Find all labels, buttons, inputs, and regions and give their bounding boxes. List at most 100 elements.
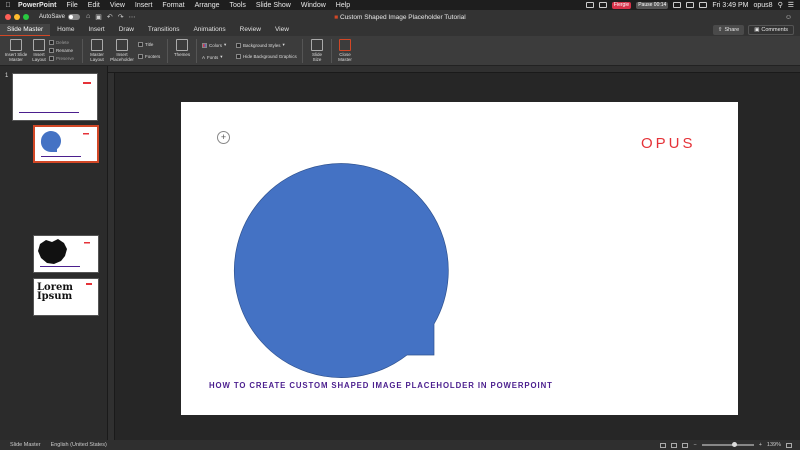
insert-slide-master-button[interactable]: Insert Slide Master	[4, 39, 28, 62]
home-icon[interactable]: ⌂	[86, 13, 90, 21]
thumbnail-master[interactable]: 1	[5, 73, 98, 121]
slide-caption[interactable]: HOW TO CREATE CUSTOM SHAPED IMAGE PLACEH…	[209, 381, 553, 390]
menu-edit[interactable]: Edit	[88, 2, 100, 9]
slide-thumbnail-pane: 1 Lorem Ipsum	[0, 66, 108, 440]
slide-size-button[interactable]: Slide Size	[308, 39, 326, 62]
themes-button[interactable]: Themes	[172, 39, 192, 57]
insert-layout-button[interactable]: Insert Layout	[30, 39, 48, 62]
menubar-datetime[interactable]: Fri 3:49 PM	[712, 2, 748, 9]
smiley-icon[interactable]: ☺	[785, 14, 792, 21]
close-master-icon	[339, 39, 351, 51]
slideshow-icon[interactable]	[682, 442, 689, 448]
tab-home[interactable]: Home	[50, 24, 81, 36]
background-styles-dropdown[interactable]: Background Styles ▾	[236, 42, 285, 48]
tab-review[interactable]: Review	[233, 24, 268, 36]
wifi-icon[interactable]	[686, 2, 695, 8]
undo-icon[interactable]: ↶	[107, 13, 113, 21]
chevron-down-icon: ▾	[224, 42, 227, 47]
title-checkbox-box	[138, 42, 143, 47]
ribbon-divider	[167, 39, 168, 63]
title-checkbox[interactable]: Title	[138, 42, 153, 47]
hide-background-graphics-checkbox[interactable]: Hide Background Graphics	[236, 54, 297, 59]
zoom-slider[interactable]	[701, 442, 754, 447]
macos-menubar:  PowerPoint File Edit View Insert Forma…	[0, 0, 800, 10]
tab-view[interactable]: View	[268, 24, 296, 36]
zoom-level[interactable]: 139%	[767, 442, 781, 448]
thumbnail-lorem-ipsum[interactable]: Lorem Ipsum	[33, 278, 99, 316]
insert-placeholder-button[interactable]: Insert Placeholder	[110, 39, 134, 62]
slide-sorter-icon[interactable]	[671, 442, 678, 448]
autosave-label: AutoSave	[39, 14, 66, 20]
title-checkbox-label: Title	[145, 42, 154, 47]
zoom-slider-knob[interactable]	[731, 442, 737, 447]
colors-icon	[202, 42, 207, 48]
master-layout-button[interactable]: Master Layout	[87, 39, 107, 62]
preserve-icon	[49, 56, 54, 61]
footers-checkbox[interactable]: Footers	[138, 54, 160, 59]
comments-button[interactable]: ▣ Comments	[748, 25, 794, 35]
menu-insert[interactable]: Insert	[135, 2, 153, 9]
screen-icon[interactable]	[598, 2, 607, 8]
tab-insert[interactable]: Insert	[81, 24, 111, 36]
pause-badge[interactable]: Pause 00:14	[636, 1, 669, 9]
ppt-file-icon: ■	[334, 13, 339, 21]
colors-label: Colors	[209, 42, 223, 48]
menu-file[interactable]: File	[67, 2, 78, 9]
tab-draw[interactable]: Draw	[112, 24, 141, 36]
zoom-out-icon[interactable]: −	[693, 442, 696, 448]
menu-slide-show[interactable]: Slide Show	[256, 2, 291, 9]
battery-icon[interactable]	[699, 2, 708, 8]
slide-master-canvas[interactable]: + OPUS HOW TO CREATE CUSTOM SHAPED IMAGE…	[181, 102, 738, 415]
cloud-icon[interactable]	[673, 2, 682, 8]
menu-help[interactable]: Help	[336, 2, 350, 9]
fonts-dropdown[interactable]: A Fonts ▾	[202, 54, 223, 60]
ribbon-divider	[331, 39, 332, 63]
status-language[interactable]: English (United States)	[51, 442, 107, 448]
themes-icon	[176, 39, 188, 51]
opus-logo: OPUS	[641, 135, 696, 152]
save-icon[interactable]: ▣	[95, 13, 102, 21]
comments-label: Comments	[761, 27, 788, 33]
tab-slide-master[interactable]: Slide Master	[0, 24, 51, 36]
minimize-window-button[interactable]	[14, 14, 20, 20]
apple-icon[interactable]: 	[3, 2, 13, 9]
rename-button[interactable]: Rename	[49, 48, 73, 53]
close-window-button[interactable]	[5, 14, 11, 20]
dropbox-icon[interactable]	[585, 2, 594, 8]
thumbnail-layout-placeholder[interactable]	[33, 125, 99, 163]
recording-badge[interactable]: Fiergie	[611, 1, 632, 9]
preserve-button[interactable]: Preserve	[49, 56, 74, 61]
menu-app-name[interactable]: PowerPoint	[18, 2, 57, 9]
menu-arrange[interactable]: Arrange	[195, 2, 220, 9]
autosave-control[interactable]: AutoSave	[39, 14, 81, 20]
autosave-toggle[interactable]	[68, 14, 81, 20]
colors-dropdown[interactable]: Colors ▾	[202, 42, 226, 48]
close-master-button[interactable]: Close Master	[335, 39, 355, 62]
normal-view-icon[interactable]	[660, 442, 667, 448]
menu-tools[interactable]: Tools	[230, 2, 246, 9]
background-styles-label: Background Styles	[243, 42, 281, 48]
share-button[interactable]: ⇧ Share	[712, 25, 745, 35]
control-center-icon[interactable]: ☰	[788, 1, 794, 9]
insert-layout-icon	[33, 39, 45, 51]
footers-checkbox-box	[138, 54, 143, 59]
thumbnail-ink-splash[interactable]	[33, 235, 99, 273]
tab-transitions[interactable]: Transitions	[141, 24, 187, 36]
zoom-window-button[interactable]	[23, 14, 29, 20]
slide-size-label: Slide Size	[311, 52, 322, 62]
menubar-user[interactable]: opus8	[754, 2, 773, 9]
delete-button[interactable]: Delete	[49, 40, 69, 45]
fit-to-window-icon[interactable]	[786, 442, 792, 448]
hide-background-graphics-box	[236, 54, 241, 59]
menu-format[interactable]: Format	[162, 2, 184, 9]
tab-animations[interactable]: Animations	[186, 24, 232, 36]
fonts-icon: A	[202, 54, 206, 60]
zoom-in-icon[interactable]: +	[759, 442, 762, 448]
more-icon[interactable]: ⋯	[129, 13, 136, 21]
redo-icon[interactable]: ↷	[118, 13, 124, 21]
share-label: Share	[724, 27, 740, 33]
status-bar: Slide Master English (United States) − +…	[0, 440, 800, 450]
menu-window[interactable]: Window	[301, 2, 326, 9]
menu-view[interactable]: View	[110, 2, 125, 9]
spotlight-icon[interactable]: ⚲	[778, 1, 783, 9]
